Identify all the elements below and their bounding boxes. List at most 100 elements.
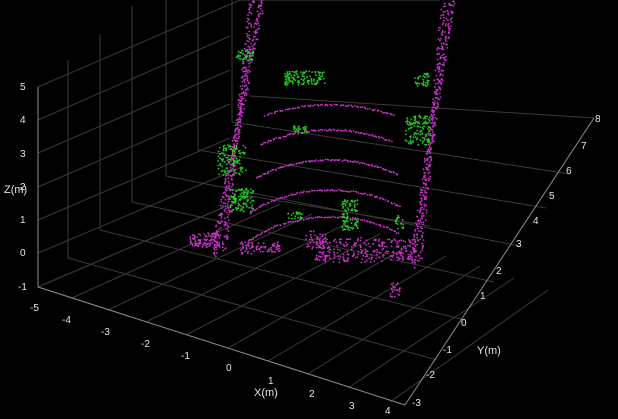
cloud-point [440,14,443,17]
cloud-point [342,104,345,107]
cloud-point [413,133,416,136]
y-tick: 0 [461,318,467,329]
cloud-point [237,98,240,101]
cloud-point [443,64,445,67]
cloud-point [434,86,436,88]
cloud-point [326,104,329,107]
cloud-point [225,189,228,192]
cloud-point [223,221,226,224]
cloud-point [431,125,434,128]
cloud-point [248,245,251,247]
cloud-point [366,108,369,110]
cloud-point [356,199,359,202]
cloud-point [221,220,223,223]
cloud-point [434,116,437,119]
cloud-point [357,220,359,223]
cloud-point [250,196,253,198]
cloud-point [364,255,367,258]
cloud-point [344,190,347,193]
cloud-point [297,83,300,86]
cloud-point [446,9,449,12]
cloud-point [230,164,233,167]
cloud-point [218,241,221,244]
cloud-point [202,243,204,246]
cloud-point [368,107,371,110]
point-cloud-plot[interactable]: 5 4 3 2 1 0 -1 Z(m) -5 -4 -3 -2 -1 0 1 2… [0,0,618,419]
cloud-point [377,109,380,112]
cloud-point [436,53,439,55]
cloud-point [227,230,230,233]
cloud-point [293,126,295,128]
cloud-point [377,240,380,243]
cloud-point [438,68,441,70]
cloud-point [450,17,453,19]
cloud-point [413,238,416,241]
cloud-point [316,237,319,240]
cloud-point [212,232,215,235]
cloud-point [262,203,265,206]
cloud-point [216,244,218,247]
cloud-point [243,193,245,196]
z-tick: 1 [20,215,26,226]
cloud-point [244,85,246,87]
cloud-point [373,250,376,253]
cloud-point [352,217,355,220]
cloud-point [357,253,360,256]
cloud-point [430,117,433,120]
cloud-point [393,295,396,298]
cloud-point [326,129,328,132]
cloud-point [423,121,425,124]
cloud-point [301,73,304,76]
cloud-point [242,97,245,100]
cloud-point [333,248,335,251]
cloud-point [316,235,319,238]
y-tick: 3 [516,239,522,250]
cloud-point [260,4,263,7]
cloud-point [378,245,381,248]
cloud-point [290,74,293,77]
cloud-point [411,140,414,143]
cloud-point [276,224,279,227]
cloud-point [331,104,333,107]
cloud-point [346,215,349,218]
cloud-point [359,106,362,109]
cloud-point [221,213,224,216]
cloud-point [262,245,265,248]
cloud-point [395,289,398,291]
cloud-point [331,158,333,161]
cloud-point [376,195,378,198]
cloud-point [352,227,355,229]
cloud-point [241,102,244,105]
cloud-point [416,129,419,132]
cloud-point [233,147,236,150]
cloud-point [239,116,241,119]
cloud-point [213,254,216,256]
cloud-point [193,234,196,237]
cloud-point [359,239,362,242]
cloud-point [315,74,317,77]
cloud-point [434,121,436,124]
cloud-point [397,214,400,217]
cloud-point [322,238,325,241]
cloud-point [413,259,416,261]
cloud-point [429,134,432,137]
cloud-point [297,132,300,135]
cloud-point [279,224,282,227]
cloud-point [409,127,412,129]
cloud-point [216,252,218,254]
cloud-point [253,250,256,253]
cloud-point [408,142,410,145]
cloud-point [310,238,313,241]
cloud-point [248,206,251,209]
cloud-point [222,205,224,207]
cloud-point [405,247,407,250]
cloud-point [394,230,396,233]
cloud-point [318,238,321,241]
cloud-point [315,246,318,249]
cloud-point [321,235,324,238]
cloud-point [433,114,435,116]
cloud-point [314,160,316,163]
cloud-point [397,256,400,258]
cloud-point [438,80,440,82]
y-axis-label: Y(m) [477,345,501,357]
